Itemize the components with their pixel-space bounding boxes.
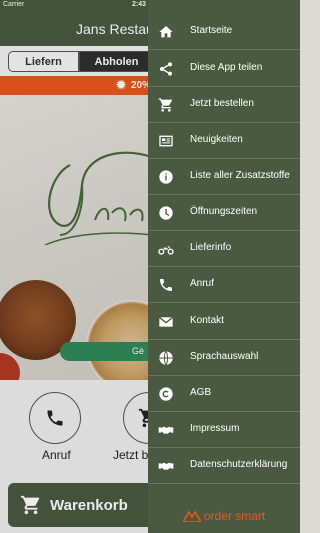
brand-name: order smart xyxy=(203,508,266,523)
menu-item-additives[interactable]: Liste aller Zusatzstoffe xyxy=(148,159,300,195)
menu-label: Sprachauswahl xyxy=(190,351,259,362)
menu-label: Neuigkeiten xyxy=(190,134,243,145)
cart-icon xyxy=(157,96,175,114)
menu-item-agb[interactable]: AGB xyxy=(148,376,300,412)
menu-label: Startseite xyxy=(190,25,233,36)
menu-label: Diese App teilen xyxy=(190,62,263,73)
clock-icon xyxy=(157,204,175,222)
menu-item-imprint[interactable]: Impressum xyxy=(148,412,300,448)
globe-icon xyxy=(157,349,175,367)
menu-label: Jetzt bestellen xyxy=(190,98,254,109)
menu-label: Impressum xyxy=(190,423,240,434)
menu-label: Kontakt xyxy=(190,315,224,326)
menu-item-privacy[interactable]: Datenschutzerklärung xyxy=(148,448,300,484)
menu-item-delivery-info[interactable]: Lieferinfo xyxy=(148,231,300,267)
menu-item-news[interactable]: Neuigkeiten xyxy=(148,123,300,159)
menu-item-call[interactable]: Anruf xyxy=(148,267,300,303)
home-icon xyxy=(157,23,175,41)
drawer-backdrop[interactable] xyxy=(0,0,148,533)
copyright-icon xyxy=(157,385,175,403)
share-icon xyxy=(157,60,175,78)
motorcycle-icon xyxy=(157,240,175,258)
menu-label: Öffnungszeiten xyxy=(190,206,258,217)
side-drawer: Startseite Diese App teilen Jetzt bestel… xyxy=(148,0,300,533)
handshake-icon xyxy=(157,457,175,475)
menu-item-contact[interactable]: Kontakt xyxy=(148,304,300,340)
menu-label: AGB xyxy=(190,387,212,398)
info-icon xyxy=(157,168,175,186)
menu-item-language[interactable]: Sprachauswahl xyxy=(148,340,300,376)
menu-item-opening-hours[interactable]: Öffnungszeiten xyxy=(148,195,300,231)
menu-label: Lieferinfo xyxy=(190,242,232,253)
order-smart-logo-icon xyxy=(182,509,201,522)
menu-item-startseite[interactable]: Startseite xyxy=(148,14,300,50)
phone-icon xyxy=(157,276,175,294)
menu-item-order[interactable]: Jetzt bestellen xyxy=(148,87,300,123)
menu-label: Liste aller Zusatzstoffe xyxy=(190,170,290,181)
newspaper-icon xyxy=(157,132,175,150)
menu-item-share[interactable]: Diese App teilen xyxy=(148,51,300,87)
handshake-icon xyxy=(157,421,175,439)
brand-footer: order smart xyxy=(148,498,300,533)
menu-label: Anruf xyxy=(190,278,214,289)
menu-label: Datenschutzerklärung xyxy=(190,459,288,470)
envelope-icon xyxy=(157,313,175,331)
